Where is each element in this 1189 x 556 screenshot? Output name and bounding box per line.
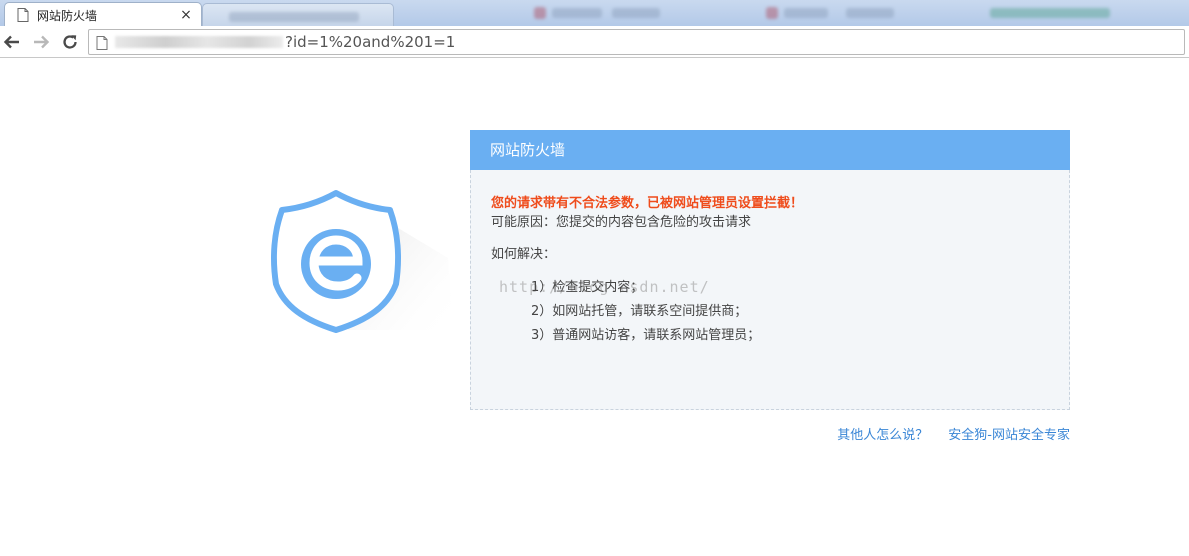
reason-text: 可能原因：您提交的内容包含危险的攻击请求 [491, 215, 752, 230]
tab-close-icon[interactable]: × [179, 8, 193, 22]
solution-step: 3）普通网站访客，请联系网站管理员； [531, 328, 761, 343]
shield-logo [268, 188, 458, 342]
forward-arrow-icon[interactable] [30, 31, 52, 53]
panel-body: 您的请求带有不合法参数，已被网站管理员设置拦截！ 可能原因：您提交的内容包含危险… [470, 170, 1070, 410]
url-text: ?id=1%20and%201=1 [285, 33, 456, 51]
firewall-panel: 网站防火墙 您的请求带有不合法参数，已被网站管理员设置拦截！ 可能原因：您提交的… [470, 130, 1070, 411]
solution-step: 2）如网站托管，请联系空间提供商； [531, 304, 748, 319]
browser-tab-active[interactable]: 网站防火墙 × [4, 2, 202, 26]
panel-title: 网站防火墙 [470, 130, 1070, 170]
safedog-link[interactable]: 安全狗-网站安全专家 [948, 428, 1070, 443]
browser-tab-background[interactable] [202, 3, 394, 26]
page-document-icon [96, 35, 108, 54]
address-bar[interactable]: ?id=1%20and%201=1 [88, 29, 1185, 55]
tab-strip: 网站防火墙 × [0, 0, 1189, 26]
reload-icon[interactable] [59, 31, 81, 53]
url-redacted-host [115, 36, 283, 48]
footer-links: 其他人怎么说？ 安全狗-网站安全专家 [837, 424, 1070, 443]
back-arrow-icon[interactable] [1, 31, 23, 53]
others-say-link[interactable]: 其他人怎么说？ [837, 428, 928, 443]
solution-step: 1）检查提交内容； [531, 280, 644, 295]
warning-message: 您的请求带有不合法参数，已被网站管理员设置拦截！ [491, 196, 804, 211]
page-icon [15, 7, 31, 23]
howto-heading: 如何解决： [491, 247, 557, 262]
tab-title: 网站防火墙 [37, 8, 98, 23]
browser-toolbar: ?id=1%20and%201=1 [0, 26, 1189, 58]
